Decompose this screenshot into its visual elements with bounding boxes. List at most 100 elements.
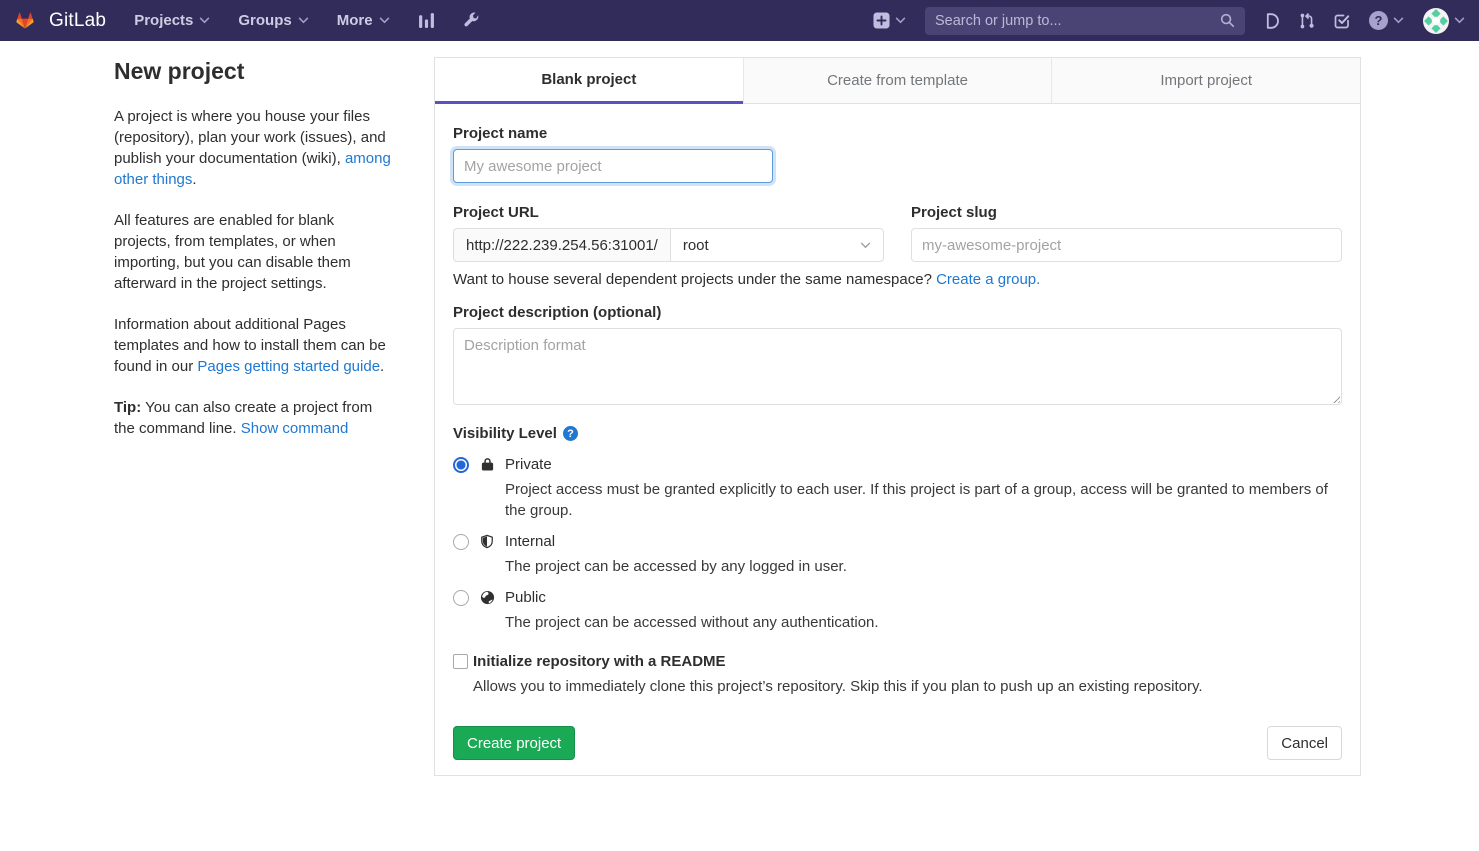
menu-more[interactable]: More	[337, 12, 390, 29]
public-label: Public	[505, 588, 879, 608]
menu-projects-label: Projects	[134, 12, 193, 29]
project-description-wrap	[453, 328, 1342, 405]
page-title: New project	[114, 58, 392, 85]
blank-project-form: Project name Project URL http://222.239.…	[435, 104, 1360, 775]
show-command-link[interactable]: Show command	[241, 420, 349, 437]
visibility-option-private: Private Project access must be granted e…	[453, 455, 1342, 521]
chevron-down-icon	[379, 17, 390, 24]
url-slug-row: Project URL http://222.239.254.56:31001/…	[453, 204, 1342, 262]
new-dropdown-button[interactable]	[873, 12, 906, 29]
project-url-group: Project URL http://222.239.254.56:31001/…	[453, 204, 884, 262]
readme-checkbox[interactable]	[453, 654, 468, 669]
private-description: Project access must be granted explicitl…	[505, 479, 1341, 521]
project-slug-label: Project slug	[911, 204, 1342, 221]
pages-text-end: .	[380, 358, 384, 375]
project-name-input[interactable]	[453, 149, 773, 183]
intro-paragraph: A project is where you house your files …	[114, 106, 392, 190]
tab-import-project[interactable]: Import project	[1051, 58, 1360, 104]
project-description-input[interactable]	[453, 328, 1342, 405]
search-box[interactable]	[925, 7, 1245, 35]
issues-icon	[1264, 13, 1280, 29]
readme-body: Initialize repository with a README Allo…	[473, 652, 1203, 697]
public-radio[interactable]	[453, 590, 469, 606]
plus-icon	[873, 12, 890, 29]
readme-option: Initialize repository with a README Allo…	[453, 652, 1342, 697]
merge-requests-button[interactable]	[1299, 13, 1315, 29]
analytics-button[interactable]	[418, 12, 435, 29]
features-paragraph: All features are enabled for blank proje…	[114, 210, 392, 294]
tip-label: Tip:	[114, 399, 141, 416]
main-menu: Projects Groups More	[134, 12, 479, 29]
private-option-body: Private Project access must be granted e…	[505, 455, 1341, 521]
chevron-down-icon	[1393, 17, 1404, 24]
globe-icon	[479, 590, 495, 605]
page-content: New project A project is where you house…	[0, 41, 1479, 776]
internal-option-body: Internal The project can be accessed by …	[505, 532, 847, 577]
brand-name: GitLab	[49, 10, 106, 32]
chevron-down-icon	[199, 17, 210, 24]
create-group-link[interactable]: Create a group.	[936, 271, 1040, 288]
visibility-level-label: Visibility Level	[453, 425, 557, 442]
avatar	[1423, 8, 1449, 34]
visibility-option-internal: Internal The project can be accessed by …	[453, 532, 1342, 577]
menu-groups-label: Groups	[238, 12, 291, 29]
help-icon: ?	[1369, 11, 1388, 30]
create-project-button[interactable]: Create project	[453, 726, 575, 760]
description-column: New project A project is where you house…	[114, 57, 392, 459]
private-radio[interactable]	[453, 457, 469, 473]
search-input[interactable]	[935, 13, 1220, 29]
todos-button[interactable]	[1334, 13, 1350, 29]
shield-icon	[479, 534, 495, 549]
tanuki-logo-icon	[10, 6, 40, 35]
internal-description: The project can be accessed by any logge…	[505, 556, 847, 577]
project-slug-group: Project slug	[911, 204, 1342, 262]
menu-more-label: More	[337, 12, 373, 29]
menu-projects[interactable]: Projects	[134, 12, 210, 29]
public-description: The project can be accessed without any …	[505, 612, 879, 633]
merge-request-icon	[1299, 13, 1315, 29]
visibility-option-public: Public The project can be accessed witho…	[453, 588, 1342, 633]
cancel-button[interactable]: Cancel	[1267, 726, 1342, 760]
form-actions: Create project Cancel	[453, 726, 1342, 760]
visibility-help-icon[interactable]: ?	[563, 426, 578, 441]
chart-icon	[418, 12, 435, 29]
top-navbar: GitLab Projects Groups More	[0, 0, 1479, 41]
project-type-tabs: Blank project Create from template Impor…	[435, 58, 1360, 104]
project-name-label: Project name	[453, 125, 1342, 142]
help-menu-button[interactable]: ?	[1369, 11, 1404, 30]
lock-icon	[479, 457, 495, 472]
menu-groups[interactable]: Groups	[238, 12, 308, 29]
chevron-down-icon	[895, 17, 906, 24]
project-url-prefix: http://222.239.254.56:31001/	[453, 228, 670, 262]
new-project-panel: Blank project Create from template Impor…	[434, 57, 1361, 776]
todo-icon	[1334, 13, 1350, 29]
chevron-down-icon	[298, 17, 309, 24]
navbar-right: ?	[873, 7, 1465, 35]
intro-text-end: .	[192, 171, 196, 188]
namespace-select[interactable]: root	[670, 228, 884, 262]
tip-paragraph: Tip: You can also create a project from …	[114, 397, 392, 439]
gitlab-home-link[interactable]: GitLab	[10, 6, 106, 35]
search-icon	[1220, 13, 1235, 28]
readme-description: Allows you to immediately clone this pro…	[473, 676, 1203, 697]
private-label: Private	[505, 455, 1341, 475]
chevron-down-icon	[860, 242, 871, 249]
project-description-label: Project description (optional)	[453, 304, 1342, 321]
chevron-down-icon	[1454, 17, 1465, 24]
namespace-selected-value: root	[683, 237, 709, 254]
project-slug-input[interactable]	[911, 228, 1342, 262]
namespace-hint: Want to house several dependent projects…	[453, 271, 1342, 288]
issues-button[interactable]	[1264, 13, 1280, 29]
namespace-hint-text: Want to house several dependent projects…	[453, 271, 936, 288]
tab-create-from-template[interactable]: Create from template	[743, 58, 1052, 104]
visibility-level-row: Visibility Level ?	[453, 425, 1342, 442]
pages-guide-link[interactable]: Pages getting started guide	[197, 358, 380, 375]
admin-area-button[interactable]	[463, 12, 480, 29]
wrench-icon	[463, 12, 480, 29]
internal-label: Internal	[505, 532, 847, 552]
user-menu-button[interactable]	[1423, 8, 1465, 34]
readme-label: Initialize repository with a README	[473, 652, 1203, 672]
pages-paragraph: Information about additional Pages templ…	[114, 314, 392, 377]
internal-radio[interactable]	[453, 534, 469, 550]
tab-blank-project[interactable]: Blank project	[435, 58, 743, 104]
